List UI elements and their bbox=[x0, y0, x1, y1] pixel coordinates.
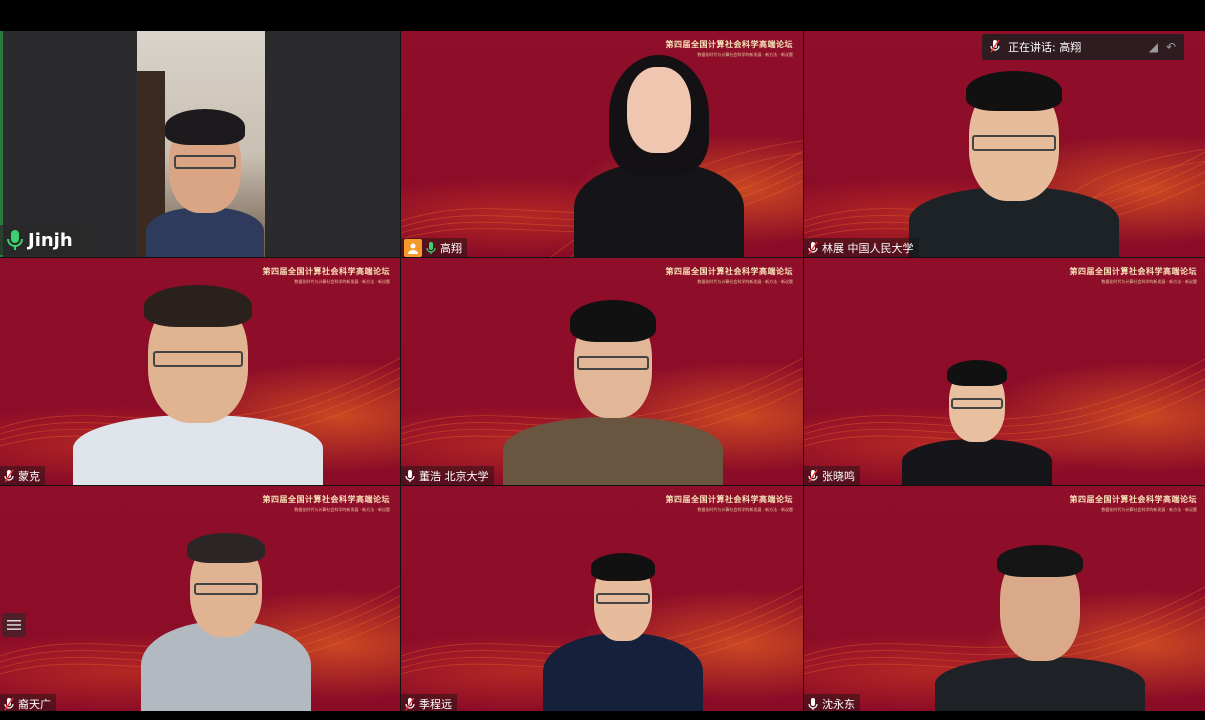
mic-active-icon bbox=[404, 468, 416, 484]
name-tag: 林展 中国人民大学 bbox=[804, 238, 919, 257]
participant-name: 沈永东 bbox=[822, 697, 855, 711]
expand-icon[interactable]: ◢ bbox=[1149, 40, 1158, 54]
mic-muted-icon bbox=[807, 468, 819, 484]
participant-name: 董浩 北京大学 bbox=[419, 469, 489, 483]
participant-video-jinjh bbox=[145, 97, 265, 257]
name-tag: 高翔 bbox=[401, 238, 467, 257]
video-tile-linzhan[interactable]: 林展 中国人民大学 bbox=[804, 31, 1205, 257]
name-tag: 张晓鸣 bbox=[804, 466, 860, 485]
participant-video-donghao bbox=[503, 300, 723, 485]
participant-video-mengke bbox=[73, 285, 323, 485]
video-tile-shenyongdong[interactable]: 第四届全国计算社会科学高端论坛 数据化时代与计算社会科学的新发展 · 新方法 ·… bbox=[804, 486, 1205, 713]
banner-subtitle: 数据化时代与计算社会科学的新发展 · 新方法 · 新议题 bbox=[1101, 507, 1197, 512]
mic-muted-icon bbox=[3, 468, 15, 484]
video-tile-donghao[interactable]: 第四届全国计算社会科学高端论坛 数据化时代与计算社会科学的新发展 · 新方法 ·… bbox=[401, 258, 803, 485]
mic-active-icon bbox=[425, 240, 437, 256]
mic-active-icon bbox=[5, 227, 25, 253]
participant-video-jichengyuan bbox=[543, 553, 703, 713]
forum-banner: 第四届全国计算社会科学高端论坛 数据化时代与计算社会科学的新发展 · 新方法 ·… bbox=[666, 494, 794, 513]
participant-name: Jinjh bbox=[28, 229, 73, 251]
banner-title: 第四届全国计算社会科学高端论坛 bbox=[262, 266, 390, 276]
participant-name: 高翔 bbox=[440, 241, 462, 255]
forum-banner: 第四届全国计算社会科学高端论坛 数据化时代与计算社会科学的新发展 · 新方法 ·… bbox=[263, 494, 391, 513]
participant-video-yitianguang bbox=[141, 533, 311, 713]
banner-subtitle: 数据化时代与计算社会科学的新发展 · 新方法 · 新议题 bbox=[294, 507, 390, 512]
reply-icon[interactable]: ↶ bbox=[1166, 40, 1176, 54]
mic-muted-icon bbox=[404, 696, 416, 712]
forum-banner: 第四届全国计算社会科学高端论坛 数据化时代与计算社会科学的新发展 · 新方法 ·… bbox=[263, 266, 391, 285]
forum-banner: 第四届全国计算社会科学高端论坛 数据化时代与计算社会科学的新发展 · 新方法 ·… bbox=[1070, 494, 1198, 513]
name-tag: 蒙克 bbox=[0, 466, 45, 485]
video-tile-yitianguang[interactable]: 第四届全国计算社会科学高端论坛 数据化时代与计算社会科学的新发展 · 新方法 ·… bbox=[0, 486, 400, 713]
participant-video-gaoxiang bbox=[574, 47, 744, 257]
banner-title: 第四届全国计算社会科学高端论坛 bbox=[262, 494, 390, 504]
forum-banner: 第四届全国计算社会科学高端论坛 数据化时代与计算社会科学的新发展 · 新方法 ·… bbox=[666, 266, 794, 285]
participant-name: 张晓鸣 bbox=[822, 469, 855, 483]
host-badge-icon bbox=[404, 238, 422, 257]
banner-subtitle: 数据化时代与计算社会科学的新发展 · 新方法 · 新议题 bbox=[697, 279, 793, 284]
video-tile-jichengyuan[interactable]: 第四届全国计算社会科学高端论坛 数据化时代与计算社会科学的新发展 · 新方法 ·… bbox=[401, 486, 803, 713]
speaking-indicator[interactable]: 正在讲话: 高翔 ◢ ↶ bbox=[982, 34, 1184, 60]
video-tile-mengke[interactable]: 第四届全国计算社会科学高端论坛 数据化时代与计算社会科学的新发展 · 新方法 ·… bbox=[0, 258, 400, 485]
banner-subtitle: 数据化时代与计算社会科学的新发展 · 新方法 · 新议题 bbox=[697, 507, 793, 512]
top-bar bbox=[0, 0, 1205, 31]
mic-active-icon bbox=[807, 696, 819, 712]
speaking-label: 正在讲话: 高翔 bbox=[1008, 41, 1082, 54]
mic-muted-icon bbox=[990, 39, 1000, 56]
forum-banner: 第四届全国计算社会科学高端论坛 数据化时代与计算社会科学的新发展 · 新方法 ·… bbox=[1070, 266, 1198, 285]
mic-muted-icon bbox=[3, 696, 15, 712]
video-tile-gaoxiang[interactable]: 第四届全国计算社会科学高端论坛 数据化时代与计算社会科学的新发展 · 新方法 ·… bbox=[401, 31, 803, 257]
banner-title: 第四届全国计算社会科学高端论坛 bbox=[1069, 494, 1197, 504]
participant-video-shenyongdong bbox=[935, 545, 1145, 713]
participant-video-zhangxiaoming bbox=[902, 360, 1052, 485]
video-tile-zhangxiaoming[interactable]: 第四届全国计算社会科学高端论坛 数据化时代与计算社会科学的新发展 · 新方法 ·… bbox=[804, 258, 1205, 485]
participant-name: 林展 中国人民大学 bbox=[822, 241, 914, 255]
participant-name: 季程远 bbox=[419, 697, 452, 711]
name-tag: 董浩 北京大学 bbox=[401, 466, 494, 485]
participant-name: 蒙克 bbox=[18, 469, 40, 483]
banner-title: 第四届全国计算社会科学高端论坛 bbox=[665, 266, 793, 276]
banner-title: 第四届全国计算社会科学高端论坛 bbox=[1069, 266, 1197, 276]
menu-icon[interactable] bbox=[2, 613, 26, 637]
mic-muted-icon bbox=[807, 240, 819, 256]
bottom-bar bbox=[0, 711, 1205, 720]
video-grid: Jinjh 第四届全国计算社会科学高端论坛 数据化时代与计算社会科学的新发展 ·… bbox=[0, 31, 1205, 713]
video-tile-jinjh[interactable]: Jinjh bbox=[0, 31, 400, 257]
active-speaker-edge bbox=[0, 31, 3, 257]
banner-title: 第四届全国计算社会科学高端论坛 bbox=[665, 494, 793, 504]
name-tag: Jinjh bbox=[0, 225, 81, 255]
participant-name: 裔天广 bbox=[18, 697, 51, 711]
participant-video-linzhan bbox=[909, 67, 1119, 257]
banner-subtitle: 数据化时代与计算社会科学的新发展 · 新方法 · 新议题 bbox=[1101, 279, 1197, 284]
